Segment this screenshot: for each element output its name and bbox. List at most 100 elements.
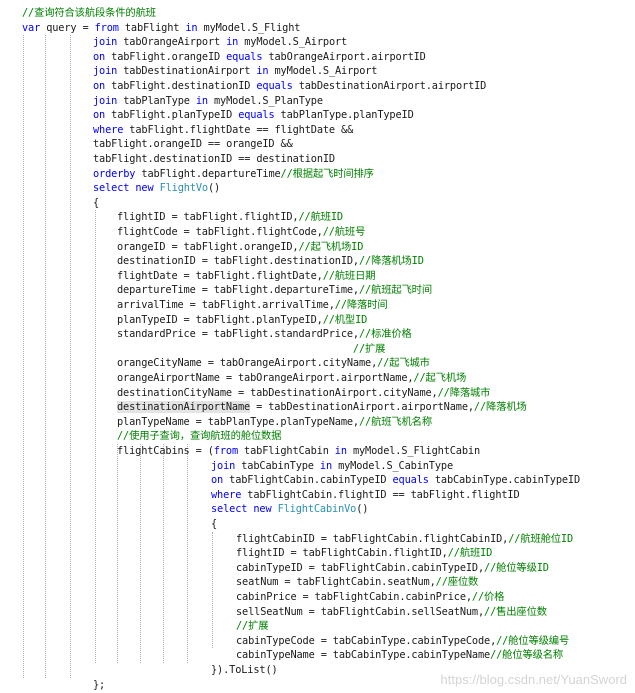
code-line: destinationAirportName = tabDestinationA… [117,400,527,415]
code-comment: //查询符合该航段条件的航班 [22,7,156,19]
code-comment: //航班ID [298,211,343,224]
code-token: tabFlight.destinationID [105,80,257,92]
code-token: tabFlightCabin.cabinTypeID [223,474,393,487]
code-comment: //根据起飞时间排序 [280,167,374,180]
code-token: tabPlanType [117,94,196,107]
code-line: standardPrice = tabFlight.standardPrice,… [117,327,412,342]
code-line: }; [93,678,105,693]
code-line: }).ToList() [211,663,278,678]
code-token: cabinTypeName = tabCabinType.cabinTypeNa… [236,649,491,662]
code-token: tabFlight.departureTime [135,167,281,180]
code-comment: //航班舱位ID [508,532,574,545]
code-token: orangeAirportName = tabOrangeAirport.air… [117,372,414,384]
code-keyword: join [93,65,118,78]
code-token: tabFlight.orangeID [105,50,227,63]
code-line: flightCabinID = tabFlightCabin.flightCab… [236,532,573,547]
code-token: tabOrangeAirport [117,36,227,49]
code-keyword: join [93,36,118,49]
code-comment: //航班飞机名称 [358,415,432,428]
code-token: tabFlight.planTypeID [105,109,239,122]
code-line: tabFlight.destinationID == destinationID [93,152,335,167]
code-token: arrivalTime = tabFlight.arrivalTime, [117,299,335,311]
code-keyword: join [93,94,118,107]
code-comment: //使用子查询，查询航班的舱位数据 [117,430,282,443]
code-comment: //舱位等级编号 [496,634,570,647]
code-comment: //航班ID [447,547,493,560]
indent-guide [117,444,118,663]
code-token: flightCode = tabFlight.flightCode, [117,226,323,238]
code-token: myModel.S_Airport [238,36,348,49]
code-token: seatNum = tabFlightCabin.seatNum, [236,576,436,589]
code-token: }).ToList() [211,664,278,676]
code-token: flightCabins = ( [117,445,214,457]
code-editor[interactable]: //查询符合该航段条件的航班 var query = from tabFlight… [0,0,635,693]
code-line: flightCabins = (from tabFlightCabin in m… [117,444,480,459]
code-keyword: var [22,21,41,34]
code-keyword: new [135,182,154,195]
code-keyword: from [213,445,238,457]
code-line: flightDate = tabFlight.flightDate,//航班日期 [117,269,376,284]
code-token: departureTime = tabFlight.departureTime, [117,284,359,297]
code-line: orangeAirportName = tabOrangeAirport.air… [117,371,466,386]
code-keyword: select [211,503,248,516]
code-line: seatNum = tabFlightCabin.seatNum,//座位数 [236,575,478,590]
indent-guide [70,35,71,678]
code-line: orangeCityName = tabOrangeAirport.cityNa… [117,356,430,371]
code-comment: //标准价格 [358,328,412,341]
indent-guide [45,35,46,678]
code-token: tabCabinType.cabinTypeID [428,474,581,487]
code-type-name: FlightCabinVo [277,503,357,516]
code-line: join tabOrangeAirport in myModel.S_Airpo… [93,35,347,50]
code-comment: //扩展 [236,620,269,633]
code-comment: //价格 [471,591,505,603]
code-comment: //起飞城市 [377,357,430,370]
code-line: join tabCabinType in myModel.S_CabinType [211,459,453,474]
code-line: var query = from tabFlight in myModel.S_… [22,21,300,36]
code-token: () [207,182,221,195]
code-token: cabinTypeCode = tabCabinType.cabinTypeCo… [236,634,497,647]
code-line: on tabFlightCabin.cabinTypeID equals tab… [211,473,580,488]
code-token: flightID = tabFlightCabin.flightID, [236,547,448,560]
code-token: myModel.S_PlanType [207,94,323,107]
code-line: flightCode = tabFlight.flightCode,//航班号 [117,225,365,240]
code-keyword: join [211,459,236,472]
code-line: //扩展 [236,619,269,634]
code-line: cabinTypeCode = tabCabinType.cabinTypeCo… [236,634,569,649]
code-line: join tabDestinationAirport in myModel.S_… [93,64,377,79]
code-comment: //航班号 [322,226,366,238]
code-line: on tabFlight.planTypeID equals tabPlanTy… [93,108,414,123]
code-token: flightID = tabFlight.flightID, [117,211,299,224]
code-keyword: from [94,21,119,34]
code-line: orangeID = tabFlight.orangeID,//起飞机场ID [117,240,363,255]
code-keyword: on [211,474,224,487]
code-token: planTypeName = tabPlanType.planTypeName, [117,415,359,428]
code-keyword: in [256,65,269,78]
code-line: where tabFlight.flightDate == flightDate… [93,123,353,138]
code-comment: //起飞机场 [413,372,467,384]
code-token: tabDestinationAirport.airportID [292,80,487,92]
code-comment: //降落机场ID [358,255,424,268]
code-keyword: in [195,94,208,107]
code-keyword: in [185,21,198,34]
watermark: https://blog.csdn.net/YuanSword [440,672,627,687]
code-keyword: equals [226,50,263,63]
code-token: destinationAirportName [117,401,251,414]
code-comment: //机型ID [322,313,368,326]
code-line: //查询符合该航段条件的航班 [22,6,156,21]
code-comment: //降落时间 [334,299,388,311]
code-line: orderby tabFlight.departureTime//根据起飞时间排… [93,167,374,182]
code-keyword: on [93,50,106,63]
code-line: sellSeatNum = tabFlightCabin.sellSeatNum… [236,605,547,620]
code-token: sellSeatNum = tabFlightCabin.sellSeatNum… [236,605,485,618]
code-keyword: orderby [93,167,136,180]
code-keyword: in [226,36,239,49]
code-line: //使用子查询，查询航班的舱位数据 [117,429,281,444]
code-line: planTypeID = tabFlight.planTypeID,//机型ID [117,313,367,328]
indent-guide [163,444,164,663]
code-type-name: FlightVo [159,182,209,195]
code-keyword: on [93,109,106,122]
code-comment: //降落城市 [437,386,491,399]
code-token: myModel.S_Flight [197,21,301,34]
code-line: join tabPlanType in myModel.S_PlanType [93,94,323,109]
